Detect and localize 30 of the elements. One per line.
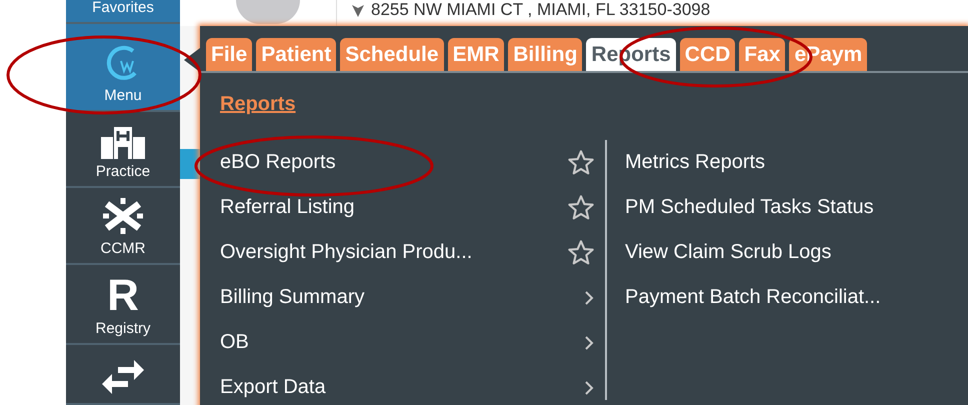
section-heading[interactable]: Reports xyxy=(220,93,296,116)
cross-pattern-icon xyxy=(101,196,145,236)
report-link[interactable]: Payment Batch Reconciliat... xyxy=(625,286,881,309)
sidebar-label: CCMR xyxy=(100,240,146,257)
report-link[interactable]: Billing Summary xyxy=(220,286,364,309)
chevron-right-icon xyxy=(583,380,595,396)
sidebar-item[interactable]: Favorites xyxy=(66,0,180,24)
star-icon[interactable] xyxy=(567,238,595,266)
sidebar-label: Registry xyxy=(95,320,150,337)
report-link[interactable]: PM Scheduled Tasks Status xyxy=(625,196,874,219)
building-icon xyxy=(99,125,147,159)
report-link[interactable]: Referral Listing xyxy=(220,196,355,219)
report-link[interactable]: eBO Reports xyxy=(220,151,336,174)
sidebar-label: Menu xyxy=(104,87,142,104)
report-link[interactable]: Metrics Reports xyxy=(625,151,766,174)
location-pin-icon xyxy=(351,2,365,18)
chevron-right-icon xyxy=(583,334,595,350)
star-icon[interactable] xyxy=(567,194,595,222)
sidebar-item[interactable]: Menu xyxy=(66,24,180,112)
chevron-right-icon xyxy=(583,290,595,306)
photo-placeholder xyxy=(236,0,300,24)
star-icon[interactable] xyxy=(567,148,595,176)
report-link[interactable]: Export Data xyxy=(220,376,326,399)
sidebar-label: Favorites xyxy=(92,0,154,16)
report-link[interactable]: OB xyxy=(220,331,249,354)
registry-icon: R xyxy=(107,276,139,316)
report-link[interactable]: View Claim Scrub Logs xyxy=(625,241,832,264)
address-text: 8255 NW MIAMI CT , MIAMI, FL 33150-3098 xyxy=(371,0,710,20)
sidebar-label: Practice xyxy=(96,163,150,180)
report-link[interactable]: Oversight Physician Produ... xyxy=(220,241,472,264)
